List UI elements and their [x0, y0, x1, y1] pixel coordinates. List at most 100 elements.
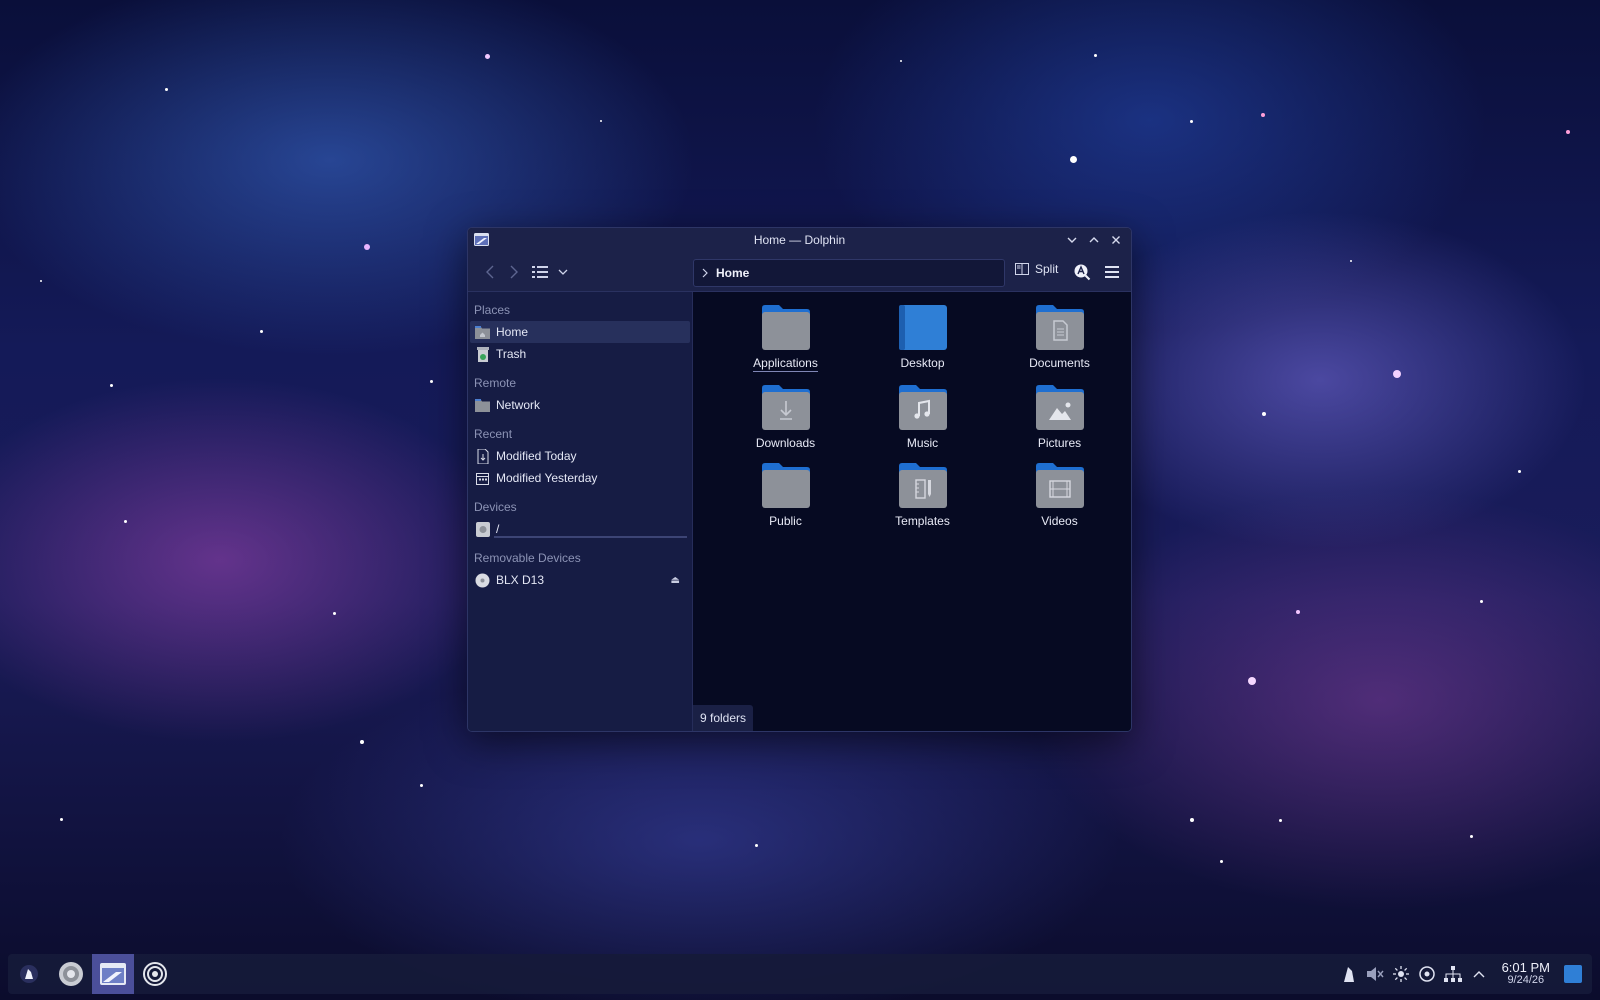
folder-label: Music [906, 436, 939, 450]
clock-date: 9/24/26 [1507, 974, 1545, 987]
dolphin-icon [100, 963, 126, 985]
sidebar-item-modified-today[interactable]: Modified Today [470, 445, 690, 467]
disk-status-icon[interactable] [1418, 965, 1436, 983]
folder-label: Templates [895, 514, 950, 528]
launcher-icon [20, 965, 38, 983]
status-bar: 9 folders [693, 705, 754, 731]
arrow-right-icon [510, 265, 518, 279]
title-bar[interactable]: Home — Dolphin [468, 228, 1131, 252]
system-tray: 6:01 PM 9/24/26 [1340, 961, 1592, 986]
folder-label: Applications [753, 356, 818, 372]
calendar-icon [475, 471, 490, 486]
file-view[interactable]: Applications Desktop Documents Downloads… [693, 292, 1131, 731]
search-icon [1074, 264, 1091, 281]
sidebar-item-blx-d13[interactable]: BLX D13 ⏏ [470, 569, 690, 591]
discover-icon[interactable] [1340, 965, 1358, 983]
dolphin-app-icon [474, 233, 489, 246]
folder-desktop[interactable]: Desktop [854, 304, 991, 372]
sidebar-item-label: Trash [496, 347, 527, 361]
disk-icon [143, 962, 167, 986]
folder-icon [761, 463, 810, 508]
show-desktop-button[interactable] [1564, 965, 1582, 983]
folder-label: Desktop [900, 356, 945, 370]
task-dolphin[interactable] [92, 954, 134, 994]
network-folder-icon [475, 398, 490, 413]
hamburger-menu-button[interactable] [1102, 262, 1122, 282]
recent-header: Recent [474, 427, 513, 441]
folder-label: Videos [1041, 514, 1078, 528]
brightness-icon[interactable] [1392, 965, 1410, 983]
folder-templates[interactable]: Templates [854, 462, 991, 528]
folder-downloads[interactable]: Downloads [717, 384, 854, 450]
folder-icon [761, 305, 810, 350]
chevron-right-icon [702, 268, 708, 278]
sidebar-item-home[interactable]: Home [470, 321, 690, 343]
folder-public[interactable]: Public [717, 462, 854, 528]
disc-icon [475, 573, 490, 588]
pictures-folder-icon [1035, 385, 1084, 430]
places-panel: Places Home Trash Remote Network Recent … [468, 292, 693, 731]
sidebar-item-label: Modified Yesterday [496, 471, 598, 485]
sidebar-item-label: Home [496, 325, 529, 339]
removable-header: Removable Devices [474, 551, 581, 565]
maximize-button[interactable] [1085, 231, 1103, 249]
clock-time: 6:01 PM [1501, 960, 1550, 976]
templates-folder-icon [898, 463, 947, 508]
folder-documents[interactable]: Documents [991, 304, 1128, 372]
search-button[interactable] [1072, 262, 1092, 282]
documents-folder-icon [1035, 305, 1084, 350]
remote-header: Remote [474, 376, 517, 390]
details-view-icon [532, 266, 548, 278]
clock[interactable]: 6:01 PM 9/24/26 [1502, 961, 1550, 986]
split-view-icon [1015, 263, 1029, 275]
split-button[interactable]: Split [1015, 262, 1058, 276]
sidebar-item-label: BLX D13 [496, 573, 545, 587]
arrow-left-icon [486, 265, 494, 279]
chevron-up-icon[interactable] [1470, 965, 1488, 983]
folder-label: Documents [1029, 356, 1090, 370]
folder-applications[interactable]: Applications [717, 304, 854, 372]
app-launcher-button[interactable] [8, 954, 50, 994]
sidebar-item-trash[interactable]: Trash [470, 343, 690, 365]
downloads-folder-icon [761, 385, 810, 430]
folder-label: Downloads [755, 436, 816, 450]
back-button[interactable] [480, 262, 500, 282]
view-mode-button[interactable] [530, 262, 550, 282]
settings-icon [59, 962, 83, 986]
volume-muted-icon[interactable] [1366, 965, 1384, 983]
places-header: Places [474, 303, 511, 317]
task-disk-manager[interactable] [134, 954, 176, 994]
hamburger-menu-icon [1105, 266, 1119, 278]
sidebar-item-label: Modified Today [496, 449, 577, 463]
dolphin-window: Home — Dolphin Home Split Places Home Tr… [467, 227, 1132, 732]
sidebar-item-network[interactable]: Network [470, 394, 690, 416]
task-settings[interactable] [50, 954, 92, 994]
location-bar[interactable]: Home [693, 259, 1005, 287]
chevron-down-icon [558, 269, 568, 275]
view-mode-dropdown[interactable] [554, 262, 572, 282]
folder-music[interactable]: Music [854, 384, 991, 450]
folder-videos[interactable]: Videos [991, 462, 1128, 528]
close-button[interactable] [1107, 231, 1125, 249]
forward-button[interactable] [504, 262, 524, 282]
trash-icon [475, 346, 490, 362]
disk-usage-bar [494, 536, 687, 538]
desktop-folder-icon [898, 305, 947, 350]
devices-header: Devices [474, 500, 517, 514]
sidebar-item-label: Network [496, 398, 541, 412]
folder-label: Pictures [1037, 436, 1082, 450]
breadcrumb-home[interactable]: Home [716, 266, 749, 280]
home-folder-icon [475, 325, 490, 340]
taskbar: 6:01 PM 9/24/26 [8, 954, 1592, 994]
split-label: Split [1035, 262, 1059, 276]
folder-pictures[interactable]: Pictures [991, 384, 1128, 450]
minimize-button[interactable] [1063, 231, 1081, 249]
videos-folder-icon [1035, 463, 1084, 508]
sidebar-item-modified-yesterday[interactable]: Modified Yesterday [470, 467, 690, 489]
network-icon[interactable] [1443, 965, 1462, 983]
modified-today-icon [475, 448, 490, 464]
eject-icon[interactable]: ⏏ [671, 575, 680, 586]
sidebar-item-label: / [496, 522, 500, 536]
drive-icon [475, 521, 490, 537]
music-folder-icon [898, 385, 947, 430]
